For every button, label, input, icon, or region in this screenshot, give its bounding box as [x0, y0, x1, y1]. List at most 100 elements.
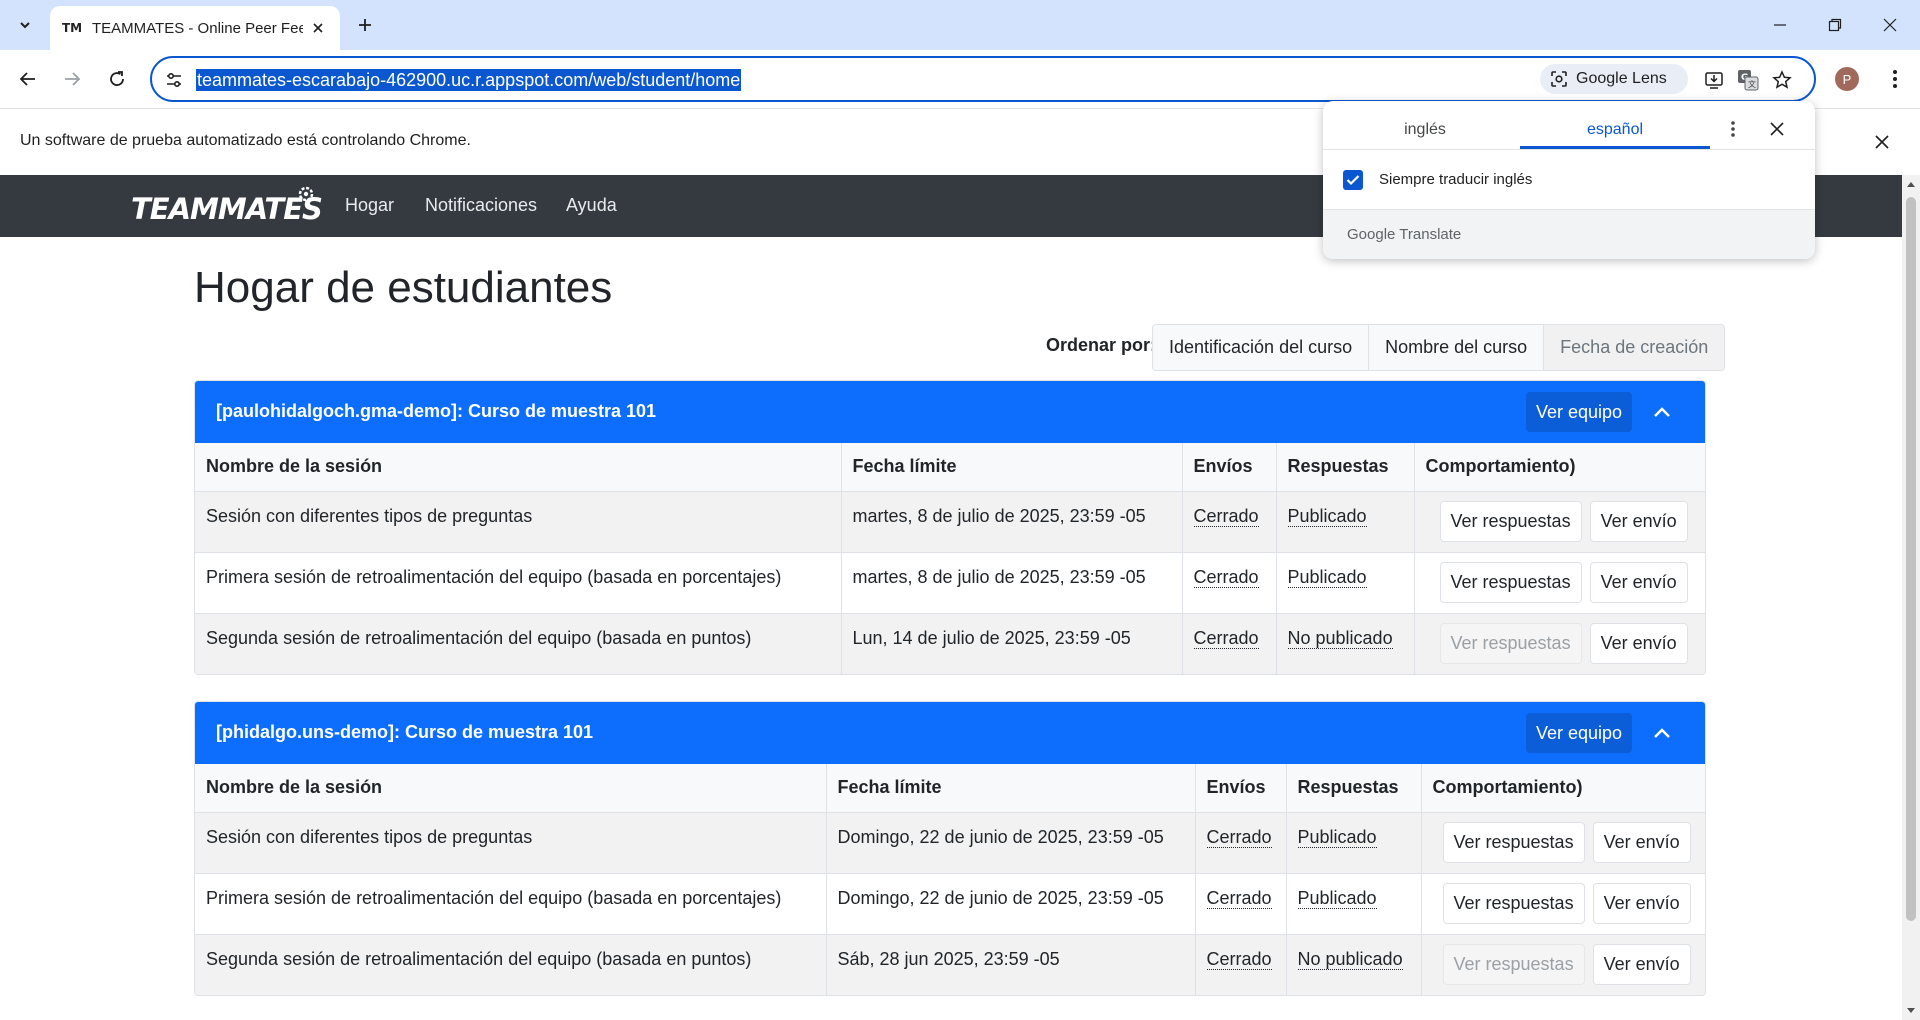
response-status-cell: Publicado [1286, 812, 1422, 874]
window-close-button[interactable] [1860, 0, 1920, 50]
vertical-scrollbar[interactable] [1902, 175, 1920, 1020]
view-responses-button[interactable]: Ver respuestas [1442, 882, 1585, 924]
actions-cell: Ver respuestas Ver envío [1421, 812, 1705, 874]
submission-status: Cerrado [1206, 887, 1272, 909]
view-submission-button[interactable]: Ver envío [1592, 943, 1691, 985]
session-deadline: martes, 8 de julio de 2025, 23:59 -05 [841, 491, 1183, 553]
sort-by-creation-date[interactable]: Fecha de creación [1544, 325, 1725, 370]
collapse-button[interactable] [1647, 397, 1677, 427]
minimize-button[interactable] [1750, 0, 1810, 50]
close-icon [1875, 135, 1889, 149]
infobar-close-button[interactable] [1870, 130, 1894, 154]
scrollbar-thumb[interactable] [1906, 197, 1916, 921]
sort-button-group: Identificación del curso Nombre del curs… [1152, 324, 1726, 371]
collapse-button[interactable] [1647, 718, 1677, 748]
submission-status: Cerrado [1193, 566, 1259, 588]
course-title: [phidalgo.uns-demo]: Curso de muestra 10… [216, 722, 594, 742]
session-name: Primera sesión de retroalimentación del … [195, 873, 827, 935]
profile-avatar[interactable]: P [1835, 67, 1859, 91]
sort-by-course-id[interactable]: Identificación del curso [1153, 325, 1370, 370]
table-row: Primera sesión de retroalimentación del … [195, 552, 1705, 614]
view-responses-button[interactable]: Ver respuestas [1442, 943, 1585, 985]
restore-button[interactable] [1805, 0, 1865, 50]
view-responses-button[interactable]: Ver respuestas [1439, 622, 1582, 664]
session-name: Primera sesión de retroalimentación del … [195, 552, 842, 614]
google-translate-logo: Google Translate [1347, 226, 1461, 243]
more-vert-icon [1893, 70, 1897, 88]
forward-button[interactable] [57, 64, 87, 94]
browser-tab[interactable]: TM TEAMMATES - Online Peer Feed [50, 6, 340, 50]
chrome-menu-button[interactable] [1880, 64, 1910, 94]
view-submission-button[interactable]: Ver envío [1592, 821, 1691, 863]
actions-cell: Ver respuestas Ver envío [1421, 934, 1705, 995]
submission-status-cell: Cerrado [1195, 934, 1287, 995]
header-submissions[interactable]: Envíos [1182, 443, 1277, 492]
translate-button[interactable]: G文 [1734, 66, 1762, 94]
translate-options-button[interactable] [1719, 115, 1747, 143]
view-team-button[interactable]: Ver equipo [1526, 713, 1632, 753]
tune-icon [167, 72, 181, 88]
header-responses[interactable]: Respuestas [1276, 443, 1415, 492]
arrow-left-icon [19, 72, 35, 86]
bookmark-button[interactable] [1768, 66, 1796, 94]
submission-status-cell: Cerrado [1182, 613, 1277, 674]
translate-close-button[interactable] [1763, 115, 1791, 143]
view-submission-button[interactable]: Ver envío [1589, 561, 1688, 603]
favicon-icon: TM [62, 21, 83, 35]
view-submission-button[interactable]: Ver envío [1589, 622, 1688, 664]
tab-search-button[interactable] [10, 10, 40, 40]
url-text[interactable]: teammates-escarabajo-462900.uc.r.appspot… [196, 69, 742, 91]
session-deadline: Sáb, 28 jun 2025, 23:59 -05 [826, 934, 1196, 995]
table-row: Sesión con diferentes tipos de preguntas… [195, 491, 1705, 553]
view-responses-button[interactable]: Ver respuestas [1442, 821, 1585, 863]
browser-tabstrip: TM TEAMMATES - Online Peer Feed [0, 0, 1920, 50]
header-session-name[interactable]: Nombre de la sesión [195, 764, 827, 813]
google-lens-button[interactable]: Google Lens [1540, 64, 1688, 94]
response-status-cell: No publicado [1286, 934, 1422, 995]
response-status: No publicado [1287, 627, 1393, 649]
always-translate-label[interactable]: Siempre traducir inglés [1379, 171, 1532, 188]
scroll-up-icon[interactable] [1906, 179, 1916, 189]
nav-home[interactable]: Hogar [345, 195, 394, 216]
sort-by-course-name[interactable]: Nombre del curso [1369, 325, 1545, 370]
header-actions: Comportamiento) [1414, 443, 1705, 492]
translate-source-tab[interactable]: inglés [1330, 121, 1520, 139]
reload-icon [110, 71, 124, 86]
view-submission-button[interactable]: Ver envío [1589, 500, 1688, 542]
restore-icon [1828, 18, 1842, 32]
sessions-table: Nombre de la sesión Fecha límite Envíos … [195, 764, 1705, 995]
page-title: Hogar de estudiantes [194, 263, 613, 312]
address-bar[interactable]: teammates-escarabajo-462900.uc.r.appspot… [150, 56, 1816, 102]
view-team-button[interactable]: Ver equipo [1526, 392, 1632, 432]
reload-button[interactable] [102, 64, 132, 94]
sort-label: Ordenar por: [1046, 335, 1157, 355]
close-icon [1883, 18, 1897, 32]
header-responses[interactable]: Respuestas [1286, 764, 1422, 813]
install-app-button[interactable] [1700, 66, 1728, 94]
course-card-header[interactable]: [phidalgo.uns-demo]: Curso de muestra 10… [195, 702, 1705, 764]
lens-label: Google Lens [1576, 70, 1667, 87]
submission-status: Cerrado [1193, 505, 1259, 527]
translate-target-tab[interactable]: español [1520, 121, 1710, 139]
submission-status-cell: Cerrado [1182, 491, 1277, 553]
table-row: Segunda sesión de retroalimentación del … [195, 934, 1705, 995]
nav-help[interactable]: Ayuda [566, 195, 617, 216]
header-deadline[interactable]: Fecha límite [841, 443, 1183, 492]
scroll-down-icon[interactable] [1906, 1006, 1916, 1016]
nav-notifications[interactable]: Notificaciones [425, 195, 537, 216]
session-deadline: Domingo, 22 de junio de 2025, 23:59 -05 [826, 873, 1196, 935]
new-tab-button[interactable] [350, 10, 380, 40]
site-info-button[interactable] [162, 68, 186, 92]
header-session-name[interactable]: Nombre de la sesión [195, 443, 842, 492]
header-deadline[interactable]: Fecha límite [826, 764, 1196, 813]
back-button[interactable] [13, 64, 43, 94]
header-submissions[interactable]: Envíos [1195, 764, 1287, 813]
view-responses-button[interactable]: Ver respuestas [1439, 561, 1582, 603]
course-card-header[interactable]: [paulohidalgoch.gma-demo]: Curso de mues… [195, 381, 1705, 443]
submission-status-cell: Cerrado [1195, 812, 1287, 874]
check-icon [1346, 175, 1360, 186]
view-responses-button[interactable]: Ver respuestas [1439, 500, 1582, 542]
tab-close-button[interactable] [309, 18, 328, 38]
view-submission-button[interactable]: Ver envío [1592, 882, 1691, 924]
always-translate-checkbox[interactable] [1343, 170, 1363, 190]
